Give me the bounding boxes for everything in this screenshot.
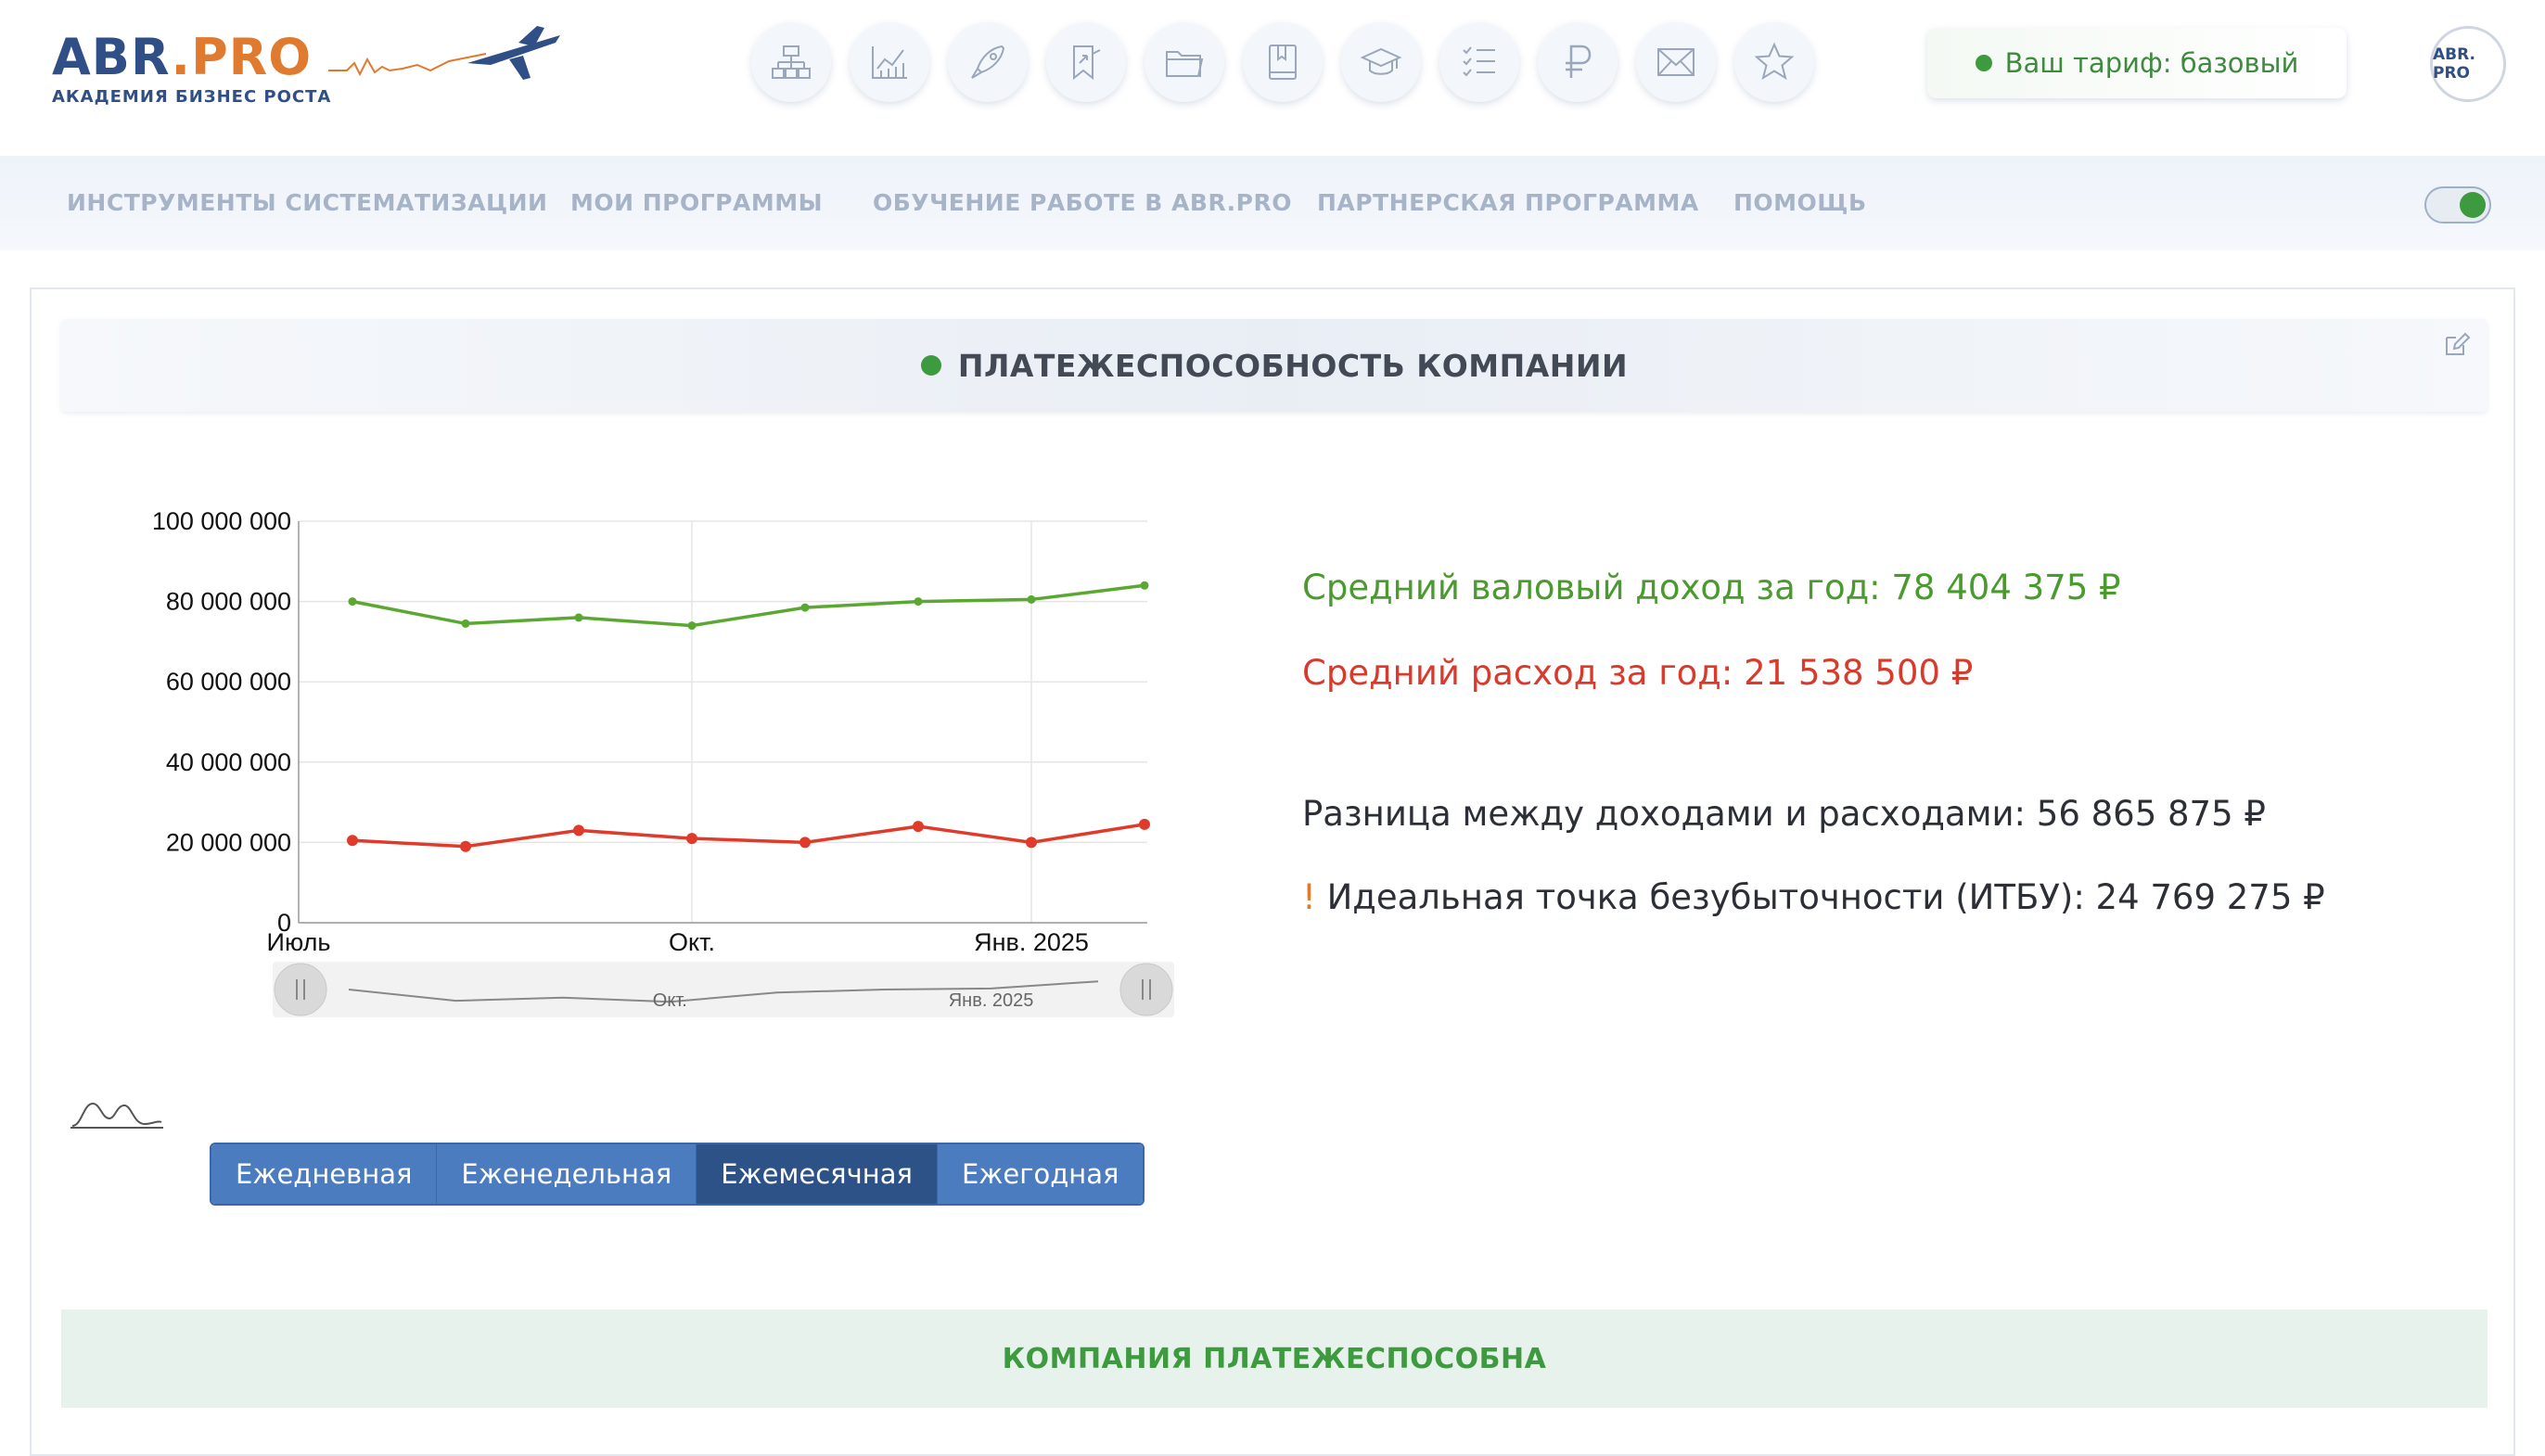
- series-0-line: [352, 583, 1145, 628]
- series-0-point: [461, 619, 470, 628]
- nav-item-partner[interactable]: ПАРТНЕРСКАЯ ПРОГРАММА: [1317, 189, 1699, 216]
- graduation-cap-icon[interactable]: [1341, 22, 1421, 102]
- logo-dot: .: [171, 28, 192, 86]
- navigator-handle-left[interactable]: [274, 963, 327, 1016]
- period-selector: Ежедневная Еженедельная Ежемесячная Ежег…: [210, 1143, 1145, 1206]
- nav-item-training[interactable]: ОБУЧЕНИЕ РАБОТЕ В ABR.PRO: [873, 189, 1292, 216]
- series-1-point: [1026, 837, 1037, 849]
- chart-type-icon[interactable]: [69, 1096, 165, 1133]
- logo-pro: PRO: [191, 28, 313, 86]
- stat-itbu: ! Идеальная точка безубыточности (ИТБУ):…: [1302, 877, 2325, 917]
- navigator-tick-label: Янв. 2025: [949, 990, 1034, 1011]
- stat-difference: Разница между доходами и расходами: 56 8…: [1302, 794, 2266, 834]
- logo-wordmark: ABR.PRO: [52, 28, 312, 86]
- series-0-point: [574, 613, 583, 622]
- series-0-point: [800, 603, 810, 612]
- navigator-track: [273, 962, 1174, 1017]
- airplane-icon: [328, 26, 560, 80]
- logo-abr: ABR: [52, 28, 172, 86]
- series-0-point: [1027, 594, 1036, 604]
- panel-header: ПЛАТЕЖЕСПОСОБНОСТЬ КОМПАНИИ: [61, 319, 2487, 412]
- period-monthly-button[interactable]: Ежемесячная: [697, 1144, 938, 1204]
- edit-icon[interactable]: [2443, 330, 2471, 358]
- series-0-point: [687, 621, 697, 631]
- series-1-point: [799, 837, 811, 849]
- series-1-point: [460, 840, 471, 852]
- logo-subtitle: АКАДЕМИЯ БИЗНЕС РОСТА: [52, 87, 332, 107]
- mail-icon[interactable]: [1636, 22, 1716, 102]
- solvency-status: КОМПАНИЯ ПЛАТЕЖЕСПОСОБНА: [1002, 1342, 1547, 1375]
- period-yearly-button[interactable]: Ежегодная: [937, 1144, 1144, 1204]
- series-1-point: [347, 835, 358, 847]
- avatar[interactable]: ABR. PRO: [2430, 26, 2506, 102]
- theme-toggle[interactable]: [2424, 186, 2491, 224]
- period-daily-button[interactable]: Ежедневная: [211, 1144, 438, 1204]
- y-tick-label: 40 000 000: [166, 748, 291, 776]
- y-tick-label: 100 000 000: [152, 507, 291, 535]
- toggle-knob: [2460, 192, 2486, 218]
- series-1-line: [352, 823, 1145, 849]
- structure-icon[interactable]: [751, 22, 831, 102]
- star-icon[interactable]: [1734, 22, 1814, 102]
- rocket-icon[interactable]: [948, 22, 1028, 102]
- main-nav: ИНСТРУМЕНТЫ СИСТЕМАТИЗАЦИИ МОИ ПРОГРАММЫ…: [0, 156, 2545, 250]
- nav-item-help[interactable]: ПОМОЩЬ: [1733, 189, 1867, 216]
- y-tick-label: 60 000 000: [166, 668, 291, 696]
- chart-icon[interactable]: [850, 22, 929, 102]
- bookmark-icon[interactable]: [1046, 22, 1126, 102]
- series-0-point: [914, 597, 923, 607]
- status-dot: [920, 355, 941, 376]
- tariff-status-dot: [1975, 55, 1992, 71]
- y-tick-label: 20 000 000: [166, 828, 291, 856]
- nav-item-my-programs[interactable]: МОИ ПРОГРАММЫ: [570, 189, 823, 216]
- stat-avg-income: Средний валовый доход за год: 78 404 375…: [1302, 568, 2121, 607]
- series-1-point: [686, 833, 697, 845]
- navigator-handle-right[interactable]: [1119, 963, 1173, 1016]
- tariff-label: Ваш тариф: базовый: [2004, 47, 2299, 79]
- chart-svg: 100 000 000 80 000 000 60 000 000 40 000 00…: [152, 507, 1174, 1017]
- series-1-point: [1139, 818, 1150, 830]
- series-0-point: [348, 597, 357, 607]
- checklist-icon[interactable]: [1439, 22, 1519, 102]
- series-1-point: [913, 821, 924, 833]
- solvency-panel: ПЛАТЕЖЕСПОСОБНОСТЬ КОМПАНИИ 100 000 000 8…: [30, 287, 2515, 1456]
- toolbar-icons: [751, 22, 1814, 102]
- series-0-point: [1140, 581, 1149, 590]
- stat-avg-expense: Средний расход за год: 21 538 500 ₽: [1302, 653, 1974, 693]
- avatar-label: ABR. PRO: [2433, 45, 2475, 83]
- x-tick-label: Янв. 2025: [974, 928, 1089, 956]
- x-tick-label: Окт.: [669, 928, 715, 956]
- panel-title: ПЛАТЕЖЕСПОСОБНОСТЬ КОМПАНИИ: [957, 347, 1629, 384]
- stat-itbu-text: Идеальная точка безубыточности (ИТБУ): 2…: [1315, 877, 2325, 917]
- tariff-badge[interactable]: Ваш тариф: базовый: [1927, 28, 2347, 98]
- x-tick-label: Июль: [267, 928, 331, 956]
- warning-mark: !: [1302, 877, 1316, 917]
- solvency-chart: 100 000 000 80 000 000 60 000 000 40 000 00…: [87, 493, 1200, 1050]
- ruble-icon[interactable]: [1538, 22, 1618, 102]
- folder-icon[interactable]: [1145, 22, 1224, 102]
- status-bar: КОМПАНИЯ ПЛАТЕЖЕСПОСОБНА: [61, 1309, 2487, 1408]
- series-1-point: [573, 824, 584, 837]
- period-weekly-button[interactable]: Еженедельная: [437, 1144, 697, 1204]
- logo[interactable]: ABR.PRO АКАДЕМИЯ БИЗНЕС РОСТА: [50, 26, 560, 115]
- navigator-tick-label: Окт.: [653, 990, 687, 1011]
- top-header: ABR.PRO АКАДЕМИЯ БИЗНЕС РОСТА Ваш тариф:…: [0, 0, 2545, 156]
- y-tick-label: 80 000 000: [166, 588, 291, 616]
- book-icon[interactable]: [1243, 22, 1323, 102]
- nav-item-tools[interactable]: ИНСТРУМЕНТЫ СИСТЕМАТИЗАЦИИ: [67, 189, 547, 216]
